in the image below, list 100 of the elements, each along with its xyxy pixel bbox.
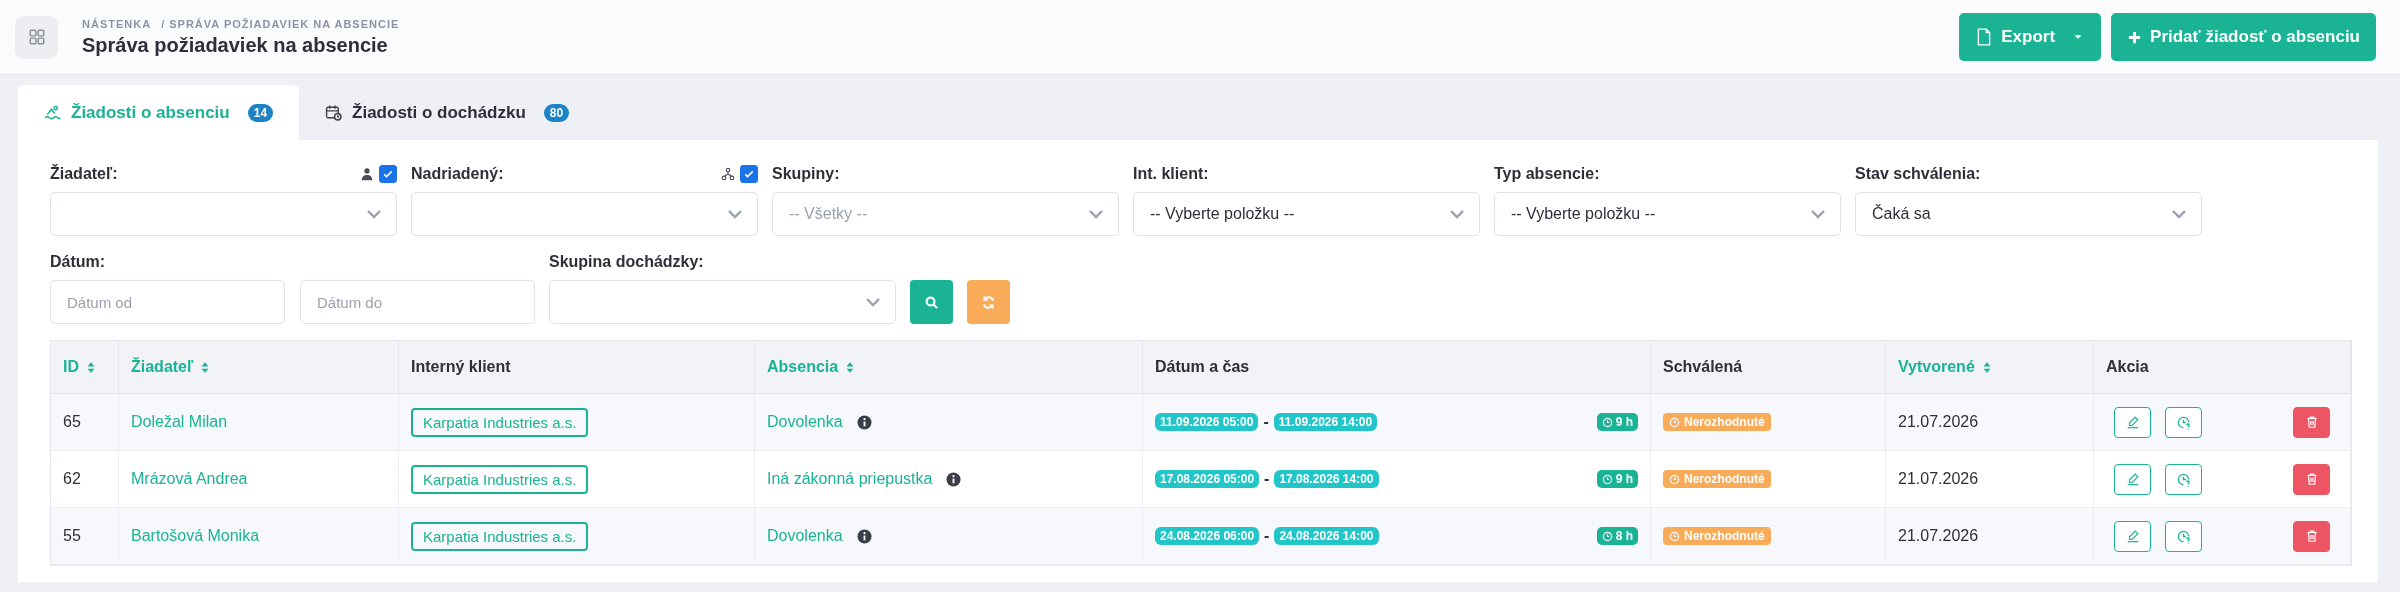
- filter-label: Stav schválenia:: [1855, 165, 1981, 183]
- table-cell: 21.07.2026: [1898, 470, 1979, 488]
- sortable-column-header[interactable]: Žiadateľ: [131, 358, 194, 376]
- client-tag: Karpatia Industries a.s.: [411, 521, 589, 551]
- pencil-icon: [2125, 415, 2140, 429]
- client-tag: Karpatia Industries a.s.: [411, 407, 589, 437]
- checkbox[interactable]: [740, 165, 758, 183]
- filter-label: Nadriadený:: [411, 165, 504, 183]
- select-field[interactable]: -- Všetky --: [772, 192, 1119, 236]
- select-field[interactable]: -- Vyberte položku --: [1133, 192, 1480, 236]
- refresh-button[interactable]: [967, 280, 1010, 324]
- check-icon: [382, 168, 394, 180]
- history-button[interactable]: [2165, 406, 2202, 438]
- date-badge: 24.08.2026 14:00: [1274, 527, 1379, 545]
- filter-label: Žiadateľ:: [50, 165, 118, 183]
- select-field[interactable]: Čaká sa: [1855, 192, 2202, 236]
- filter-label: Skupiny:: [772, 165, 840, 183]
- applicant-link[interactable]: Doležal Milan: [131, 413, 228, 431]
- info-icon: [856, 528, 872, 544]
- info-icon: [946, 471, 962, 487]
- status-badge: Nerozhodnuté: [1663, 527, 1771, 545]
- edit-button[interactable]: [2114, 520, 2151, 552]
- select-field[interactable]: -- Vyberte položku --: [1494, 192, 1841, 236]
- table-cell: 21.07.2026: [1898, 527, 1979, 545]
- duration-badge: 9 h: [1596, 413, 1638, 431]
- breadcrumb-current: / SPRÁVA POŽIADAVIEK NA ABSENCIE: [161, 17, 400, 30]
- column-header: Dátum a čas: [1155, 358, 1250, 376]
- table-cell: 55: [63, 527, 81, 545]
- absence-link[interactable]: Dovolenka: [767, 527, 843, 545]
- hierarchy-icon: [721, 167, 735, 181]
- duration-badge: 9 h: [1596, 470, 1638, 488]
- date-to-field[interactable]: Dátum do: [300, 280, 535, 324]
- swimmer-icon: [44, 104, 61, 121]
- dash-separator: -: [1264, 470, 1270, 488]
- page-title: Správa požiadaviek na absencie: [82, 33, 389, 57]
- sortable-column-header[interactable]: Vytvorené: [1898, 358, 1975, 376]
- absence-link[interactable]: Dovolenka: [767, 413, 843, 431]
- sortable-column-header[interactable]: ID: [63, 358, 79, 376]
- date-badge: 11.09.2026 14:00: [1273, 413, 1378, 431]
- sortable-column-header[interactable]: Absencia: [767, 358, 839, 376]
- search-button[interactable]: [910, 280, 953, 324]
- calendar-clock-icon: [325, 104, 343, 121]
- delete-button[interactable]: [2293, 520, 2330, 552]
- date-badge: 11.09.2026 05:00: [1155, 413, 1259, 431]
- delete-button[interactable]: [2293, 463, 2330, 495]
- select-field[interactable]: [411, 192, 758, 236]
- export-button[interactable]: Export: [1959, 13, 2102, 61]
- applicant-link[interactable]: Mrázová Andrea: [131, 470, 248, 488]
- select-field[interactable]: [50, 192, 397, 236]
- grid-icon: [27, 28, 46, 46]
- clock-question-icon: [2176, 414, 2191, 430]
- trash-icon: [2304, 529, 2319, 543]
- absence-link[interactable]: Iná zákonná priepustka: [767, 470, 933, 488]
- add-button[interactable]: Pridať žiadosť o absenciu: [2111, 13, 2376, 61]
- status-badge: Nerozhodnuté: [1663, 470, 1771, 488]
- table-cell: 21.07.2026: [1898, 413, 1979, 431]
- applicant-link[interactable]: Bartošová Monika: [131, 527, 260, 545]
- tab[interactable]: Žiadosti o absenciu 14: [18, 85, 300, 140]
- history-button[interactable]: [2165, 520, 2202, 552]
- apps-button[interactable]: [15, 15, 58, 59]
- table-cell: 62: [63, 470, 81, 488]
- edit-button[interactable]: [2114, 463, 2151, 495]
- filter-label: Skupina dochádzky:: [549, 253, 704, 271]
- clock-icon: [1601, 473, 1613, 485]
- delete-button[interactable]: [2293, 406, 2330, 438]
- status-badge: Nerozhodnuté: [1663, 413, 1771, 431]
- filter-label: Int. klient:: [1133, 165, 1209, 183]
- dash-separator: -: [1263, 413, 1269, 431]
- column-header: Interný klient: [411, 358, 511, 376]
- filter-label: Dátum:: [50, 253, 106, 271]
- date-from-field[interactable]: Dátum od: [50, 280, 285, 324]
- select-field[interactable]: [549, 280, 896, 324]
- edit-button[interactable]: [2114, 406, 2151, 438]
- duration-badge: 8 h: [1596, 527, 1638, 545]
- column-header: Schválená: [1663, 358, 1743, 376]
- history-button[interactable]: [2165, 463, 2202, 495]
- table-cell: 65: [63, 413, 81, 431]
- date-badge: 17.08.2026 05:00: [1155, 470, 1260, 488]
- count-badge: 80: [543, 103, 570, 122]
- checkbox[interactable]: [379, 165, 397, 183]
- info-icon: [856, 414, 872, 430]
- clock-question-icon: [2176, 528, 2191, 544]
- clock-icon: [1669, 473, 1680, 485]
- tab[interactable]: Žiadosti o dochádzku 80: [299, 85, 596, 140]
- trash-icon: [2304, 472, 2319, 486]
- person-icon: [360, 167, 374, 181]
- filter-label: Typ absencie:: [1494, 165, 1600, 183]
- date-badge: 17.08.2026 14:00: [1274, 470, 1379, 488]
- trash-icon: [2304, 415, 2319, 429]
- clock-icon: [1601, 530, 1613, 542]
- check-icon: [743, 168, 755, 180]
- pencil-icon: [2125, 529, 2140, 543]
- sort-icon: [85, 360, 97, 374]
- plus-icon: [2127, 29, 2143, 45]
- clock-icon: [1669, 530, 1680, 542]
- clock-icon: [1669, 416, 1680, 428]
- refresh-icon: [981, 294, 996, 310]
- clock-icon: [1601, 416, 1613, 428]
- breadcrumb-link[interactable]: NÁSTENKA: [82, 17, 152, 30]
- pencil-icon: [2125, 472, 2140, 486]
